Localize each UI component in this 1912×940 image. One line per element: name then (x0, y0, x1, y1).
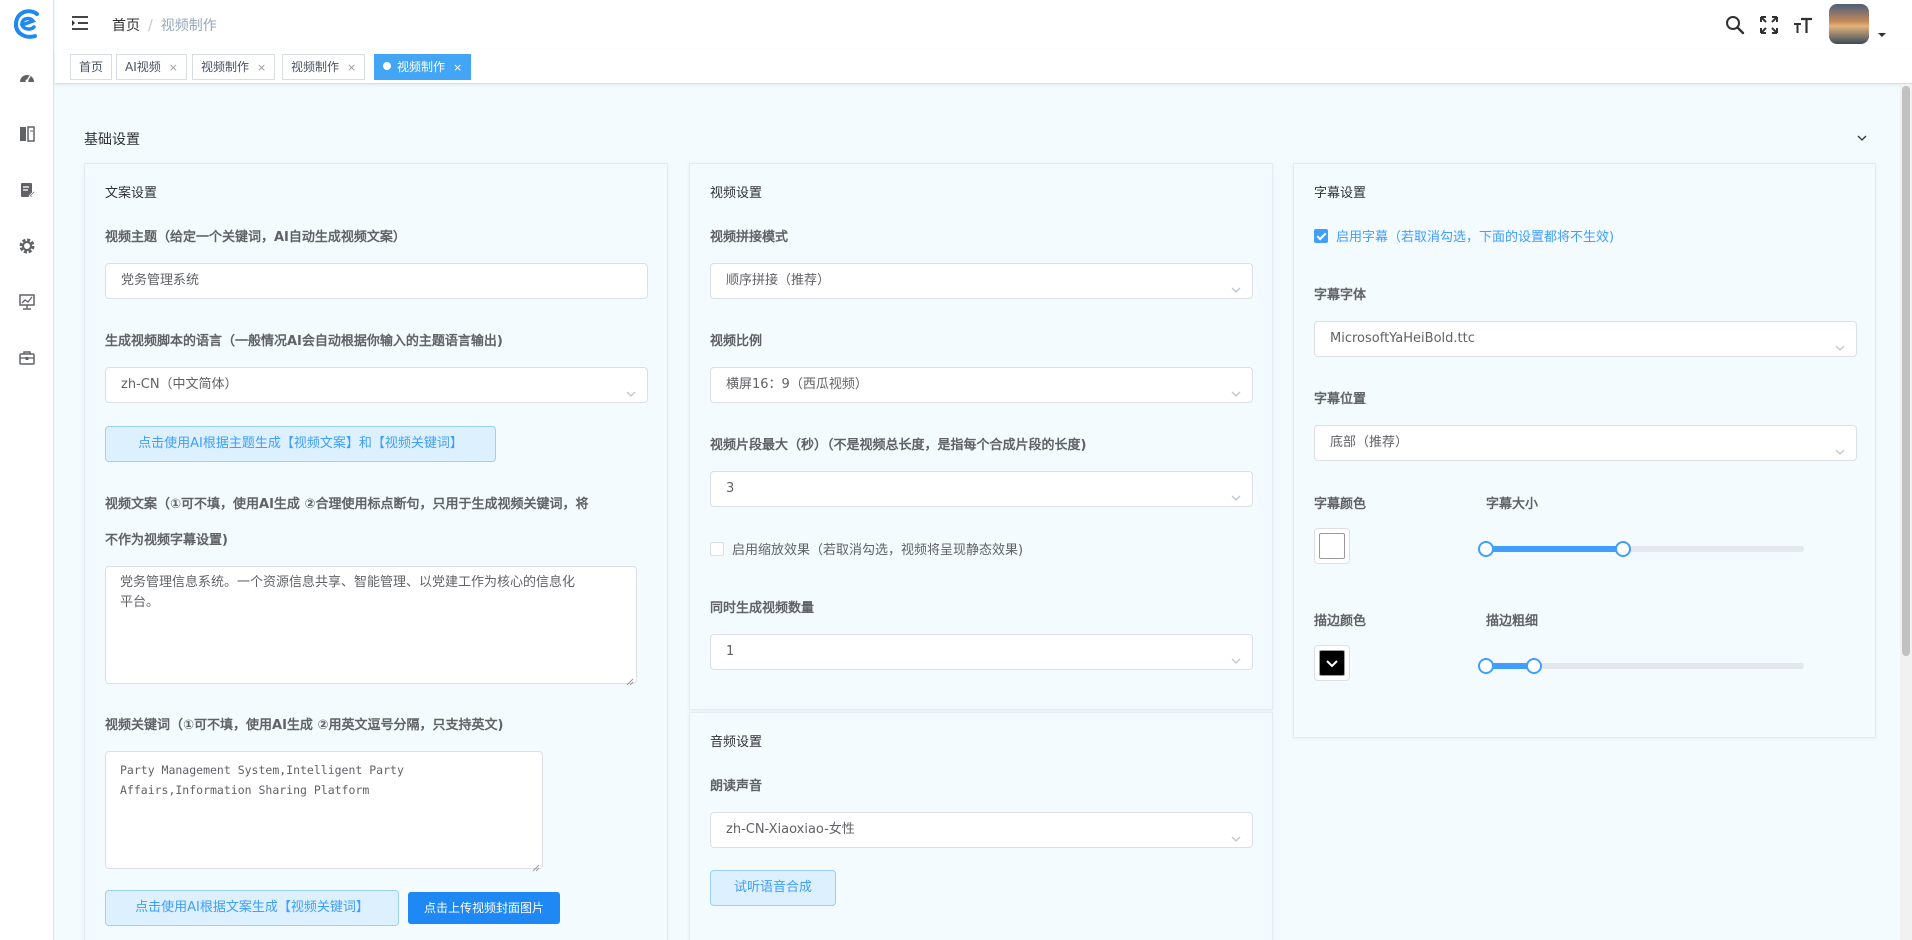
breadcrumb-home[interactable]: 首页 (112, 18, 140, 34)
stroke-color-label: 描边颜色 (1314, 614, 1367, 629)
chevron-down-icon (1230, 484, 1242, 501)
book-icon[interactable] (17, 124, 37, 144)
tag-video-make-active[interactable]: 视频制作 × (374, 54, 472, 80)
document-edit-icon[interactable] (17, 180, 37, 200)
keywords-textarea[interactable]: Party Management System,Intelligent Part… (105, 751, 543, 872)
topic-input[interactable]: 党务管理系统 (105, 263, 648, 299)
close-icon[interactable]: × (347, 61, 356, 74)
stroke-width-label: 描边粗细 (1486, 614, 1539, 629)
close-icon[interactable]: × (169, 61, 178, 74)
sidebar (0, 0, 54, 940)
subtitle-color-picker[interactable] (1314, 528, 1350, 564)
color-swatch (1319, 533, 1345, 559)
voice-select[interactable]: zh-CN-Xiaoxiao-女性 (710, 812, 1253, 848)
chevron-down-icon (1230, 276, 1242, 293)
chevron-down-icon (1834, 334, 1846, 351)
upload-cover-button[interactable]: 点击上传视频封面图片 (408, 892, 560, 924)
tags-view: 首页 AI视频 × 视频制作 × 视频制作 × 视频制作 × (55, 50, 1912, 84)
concat-mode-select[interactable]: 顺序拼接（推荐） (710, 263, 1253, 299)
subtitle-size-slider-handle[interactable] (1615, 541, 1631, 557)
aspect-ratio-select[interactable]: 横屏16：9（西瓜视频） (710, 367, 1253, 403)
slider-handle-start[interactable] (1478, 658, 1494, 674)
chevron-down-icon (1326, 660, 1338, 668)
monitor-chart-icon[interactable] (17, 292, 37, 312)
preview-voice-button[interactable]: 试听语音合成 (710, 870, 836, 906)
chevron-down-icon (1230, 380, 1242, 397)
enable-subtitle-checkbox[interactable]: 启用字幕（若取消勾选，下面的设置都将不生效) (1314, 226, 1614, 245)
slider-handle-start[interactable] (1478, 541, 1494, 557)
menu-toggle-icon[interactable] (70, 13, 90, 33)
fullscreen-icon[interactable] (1758, 14, 1780, 36)
stroke-width-slider-handle[interactable] (1526, 658, 1542, 674)
active-dot-icon (383, 62, 391, 70)
tag-video-make-2[interactable]: 视频制作 × (282, 54, 366, 80)
aspect-ratio-label: 视频比例 (710, 334, 763, 349)
scrollbar-thumb[interactable] (1902, 86, 1910, 656)
video-settings-card: 视频设置 视频拼接模式 顺序拼接（推荐） 视频比例 横屏16：9（西瓜视频） 视… (689, 163, 1273, 710)
audio-settings-card: 音频设置 朗读声音 zh-CN-Xiaoxiao-女性 试听语音合成 (689, 712, 1273, 940)
search-icon[interactable] (1724, 14, 1746, 36)
tag-home[interactable]: 首页 (70, 54, 113, 80)
clip-length-select[interactable]: 3 (710, 471, 1253, 507)
tag-ai-video[interactable]: AI视频 × (116, 54, 187, 80)
close-icon[interactable]: × (453, 61, 462, 74)
resize-handle-icon[interactable] (626, 673, 634, 686)
dashboard-icon[interactable] (17, 68, 37, 88)
clip-length-label: 视频片段最大（秒）（不是视频总长度，是指每个合成片段的长度) (710, 438, 1087, 453)
card-title: 字幕设置 (1314, 186, 1367, 201)
zoom-effect-checkbox[interactable]: 启用缩放效果（若取消勾选，视频将呈现静态效果) (710, 539, 1023, 558)
tag-video-make-1[interactable]: 视频制作 × (192, 54, 276, 80)
card-title: 文案设置 (105, 186, 158, 201)
chevron-down-icon[interactable] (1877, 28, 1887, 38)
top-navbar: 首页 / 视频制作 (55, 0, 1912, 50)
close-icon[interactable]: × (257, 61, 266, 74)
chevron-down-icon[interactable] (1856, 132, 1868, 144)
chevron-down-icon (1834, 438, 1846, 455)
toolbox-icon[interactable] (17, 348, 37, 368)
video-count-label: 同时生成视频数量 (710, 601, 815, 616)
breadcrumb-separator: / (148, 18, 153, 34)
keywords-label: 视频关键词（①可不填，使用AI生成 ②用英文逗号分隔，只支持英文) (105, 718, 504, 733)
stroke-color-picker[interactable] (1314, 645, 1350, 681)
subtitle-position-label: 字幕位置 (1314, 392, 1367, 407)
subtitle-font-label: 字幕字体 (1314, 288, 1367, 303)
checkbox-box[interactable] (710, 542, 724, 556)
concat-mode-label: 视频拼接模式 (710, 230, 789, 245)
color-swatch (1319, 650, 1345, 676)
topic-label: 视频主题（给定一个关键词，AI自动生成视频文案） (105, 230, 406, 245)
chevron-down-icon (1230, 647, 1242, 664)
app-logo[interactable] (11, 6, 43, 42)
chevron-down-icon (625, 380, 637, 397)
resize-handle-icon[interactable] (532, 858, 540, 872)
script-label: 视频文案（①可不填，使用AI生成 ②合理使用标点断句，只用于生成视频关键词，将 (105, 497, 589, 512)
gear-icon[interactable] (17, 236, 37, 256)
copy-settings-card: 文案设置 视频主题（给定一个关键词，AI自动生成视频文案） 党务管理系统 生成视… (84, 163, 668, 940)
font-size-icon[interactable] (1792, 14, 1814, 36)
generate-script-button[interactable]: 点击使用AI根据主题生成【视频文案】和【视频关键词】 (105, 426, 496, 462)
checkbox-box[interactable] (1314, 229, 1328, 243)
subtitle-size-label: 字幕大小 (1486, 497, 1539, 512)
voice-label: 朗读声音 (710, 779, 763, 794)
script-label-continued: 不作为视频字幕设置) (105, 533, 228, 548)
generate-keywords-button[interactable]: 点击使用AI根据文案生成【视频关键词】 (105, 890, 399, 926)
card-title: 视频设置 (710, 186, 763, 201)
breadcrumb: 首页 / 视频制作 (112, 15, 217, 35)
video-count-select[interactable]: 1 (710, 634, 1253, 670)
script-textarea[interactable]: 党务管理信息系统。一个资源信息共享、智能管理、以党建工作为核心的信息化 平台。 (105, 566, 637, 686)
subtitle-color-label: 字幕颜色 (1314, 497, 1367, 512)
subtitle-position-select[interactable]: 底部（推荐） (1314, 425, 1857, 461)
breadcrumb-current: 视频制作 (160, 18, 217, 34)
subtitle-font-select[interactable]: MicrosoftYaHeiBold.ttc (1314, 321, 1857, 357)
language-select[interactable]: zh-CN（中文简体） (105, 367, 648, 403)
card-title: 音频设置 (710, 735, 763, 750)
subtitle-size-slider-bar (1486, 546, 1623, 552)
section-title: 基础设置 (84, 132, 140, 148)
chevron-down-icon (1230, 825, 1242, 842)
language-label: 生成视频脚本的语言（一般情况AI会自动根据你输入的主题语言输出) (105, 334, 503, 349)
user-avatar[interactable] (1829, 4, 1869, 44)
subtitle-settings-card: 字幕设置 启用字幕（若取消勾选，下面的设置都将不生效) 字幕字体 Microso… (1293, 163, 1876, 738)
